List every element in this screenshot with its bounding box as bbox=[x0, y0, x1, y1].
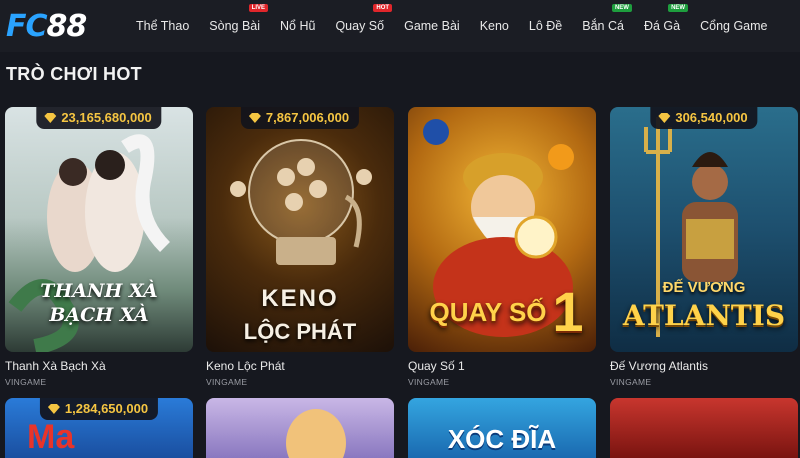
nav-label: Thể Thao bbox=[136, 19, 190, 33]
game-name: Thanh Xà Bạch Xà bbox=[5, 359, 106, 373]
game-thumbnail[interactable]: 23,165,680,000 THANH XÀ BẠCH XÀ bbox=[5, 107, 193, 352]
nav-label: Đá Gà bbox=[643, 19, 681, 33]
character-art bbox=[286, 409, 346, 458]
nav-item-ban-ca[interactable]: Bắn Cá NEW bbox=[572, 0, 634, 52]
game-card-row2-1[interactable]: Ma 1,284,650,000 bbox=[5, 398, 193, 458]
jackpot-badge: 1,284,650,000 bbox=[39, 398, 159, 420]
nav-item-lo-de[interactable]: Lô Đề bbox=[519, 0, 572, 52]
jackpot-value: 23,165,680,000 bbox=[61, 110, 152, 125]
diamond-icon bbox=[47, 403, 60, 414]
game-art-title-2: ATLANTIS bbox=[622, 299, 786, 332]
jackpot-value: 1,284,650,000 bbox=[64, 401, 149, 416]
game-provider: VINGAME bbox=[5, 377, 47, 387]
game-art-title-1: KENO bbox=[261, 285, 339, 312]
nav-item-quay-so[interactable]: Quay Số HOT bbox=[325, 0, 394, 52]
diamond-icon bbox=[44, 112, 57, 123]
nav-label: Bắn Cá bbox=[582, 19, 624, 33]
game-name: Đế Vương Atlantis bbox=[610, 359, 708, 373]
nav-label: Lô Đề bbox=[528, 19, 563, 33]
section-title: TRÒ CHƠI HOT bbox=[6, 64, 142, 84]
nav-label: Sòng Bài bbox=[209, 19, 261, 33]
nav-item-no-hu[interactable]: Nổ Hũ bbox=[270, 0, 325, 52]
game-thumbnail[interactable]: 7,867,006,000 KENO LỘC PHÁT bbox=[206, 107, 394, 352]
game-provider: VINGAME bbox=[610, 377, 652, 387]
new-badge: NEW bbox=[668, 4, 689, 12]
nav-label: Nổ Hũ bbox=[280, 19, 316, 33]
nav-label: Cổng Game bbox=[700, 19, 768, 33]
game-card-row2-2[interactable] bbox=[206, 398, 394, 458]
game-thumbnail[interactable]: QUAY SỐ 1 bbox=[408, 107, 596, 352]
game-art-title: XÓC ĐĨA bbox=[447, 424, 557, 454]
game-art-number: 1 bbox=[552, 280, 584, 343]
nav-item-game-bai[interactable]: Game Bài bbox=[394, 0, 470, 52]
game-name: Keno Lộc Phát bbox=[206, 359, 285, 373]
live-badge: LIVE bbox=[248, 4, 269, 12]
game-art-title: QUAY SỐ bbox=[429, 297, 547, 327]
new-badge: NEW bbox=[611, 4, 632, 12]
jackpot-value: 7,867,006,000 bbox=[265, 110, 350, 125]
game-art-fragment: Ma bbox=[27, 418, 75, 456]
top-header: FC88 Thể Thao Sòng Bài LIVE Nổ Hũ Quay Số… bbox=[0, 0, 800, 52]
nav-label: Keno bbox=[479, 19, 509, 33]
nav-item-cong-game[interactable]: Cổng Game bbox=[690, 0, 777, 52]
jackpot-badge: 306,540,000 bbox=[650, 107, 758, 129]
fc88-logo[interactable]: FC88 bbox=[6, 9, 88, 44]
lottery-machine-art bbox=[230, 139, 372, 265]
jackpot-value: 306,540,000 bbox=[675, 110, 748, 125]
game-card-row2-4[interactable] bbox=[610, 398, 798, 458]
game-provider: VINGAME bbox=[408, 377, 450, 387]
jackpot-badge: 23,165,680,000 bbox=[36, 107, 162, 129]
nav-item-da-ga[interactable]: Đá Gà NEW bbox=[634, 0, 690, 52]
nav-item-the-thao[interactable]: Thể Thao bbox=[126, 0, 199, 52]
game-card-row2-3[interactable]: XÓC ĐĨA bbox=[408, 398, 596, 458]
game-thumbnail[interactable]: 306,540,000 ĐẾ VƯƠNG ATLANTIS bbox=[610, 107, 798, 352]
logo-number-text: 88 bbox=[46, 9, 88, 44]
game-name: Quay Số 1 bbox=[408, 359, 465, 373]
diamond-icon bbox=[658, 112, 671, 123]
game-art-title: THANH XÀ BẠCH XÀ bbox=[40, 280, 158, 326]
nav-item-keno[interactable]: Keno bbox=[470, 0, 519, 52]
diamond-icon bbox=[248, 112, 261, 123]
logo-fc-text: FC bbox=[6, 9, 48, 44]
main-nav: Thể Thao Sòng Bài LIVE Nổ Hũ Quay Số HOT G… bbox=[126, 0, 778, 52]
nav-label: Quay Số bbox=[335, 19, 385, 33]
game-provider: VINGAME bbox=[206, 377, 248, 387]
game-art-title-2: LỘC PHÁT bbox=[243, 319, 357, 344]
nav-item-song-bai[interactable]: Sòng Bài LIVE bbox=[199, 0, 270, 52]
jackpot-badge: 7,867,006,000 bbox=[240, 107, 360, 129]
game-art-title-1: ĐẾ VƯƠNG bbox=[662, 279, 746, 296]
nav-label: Game Bài bbox=[404, 19, 460, 33]
hot-badge: HOT bbox=[373, 4, 393, 12]
